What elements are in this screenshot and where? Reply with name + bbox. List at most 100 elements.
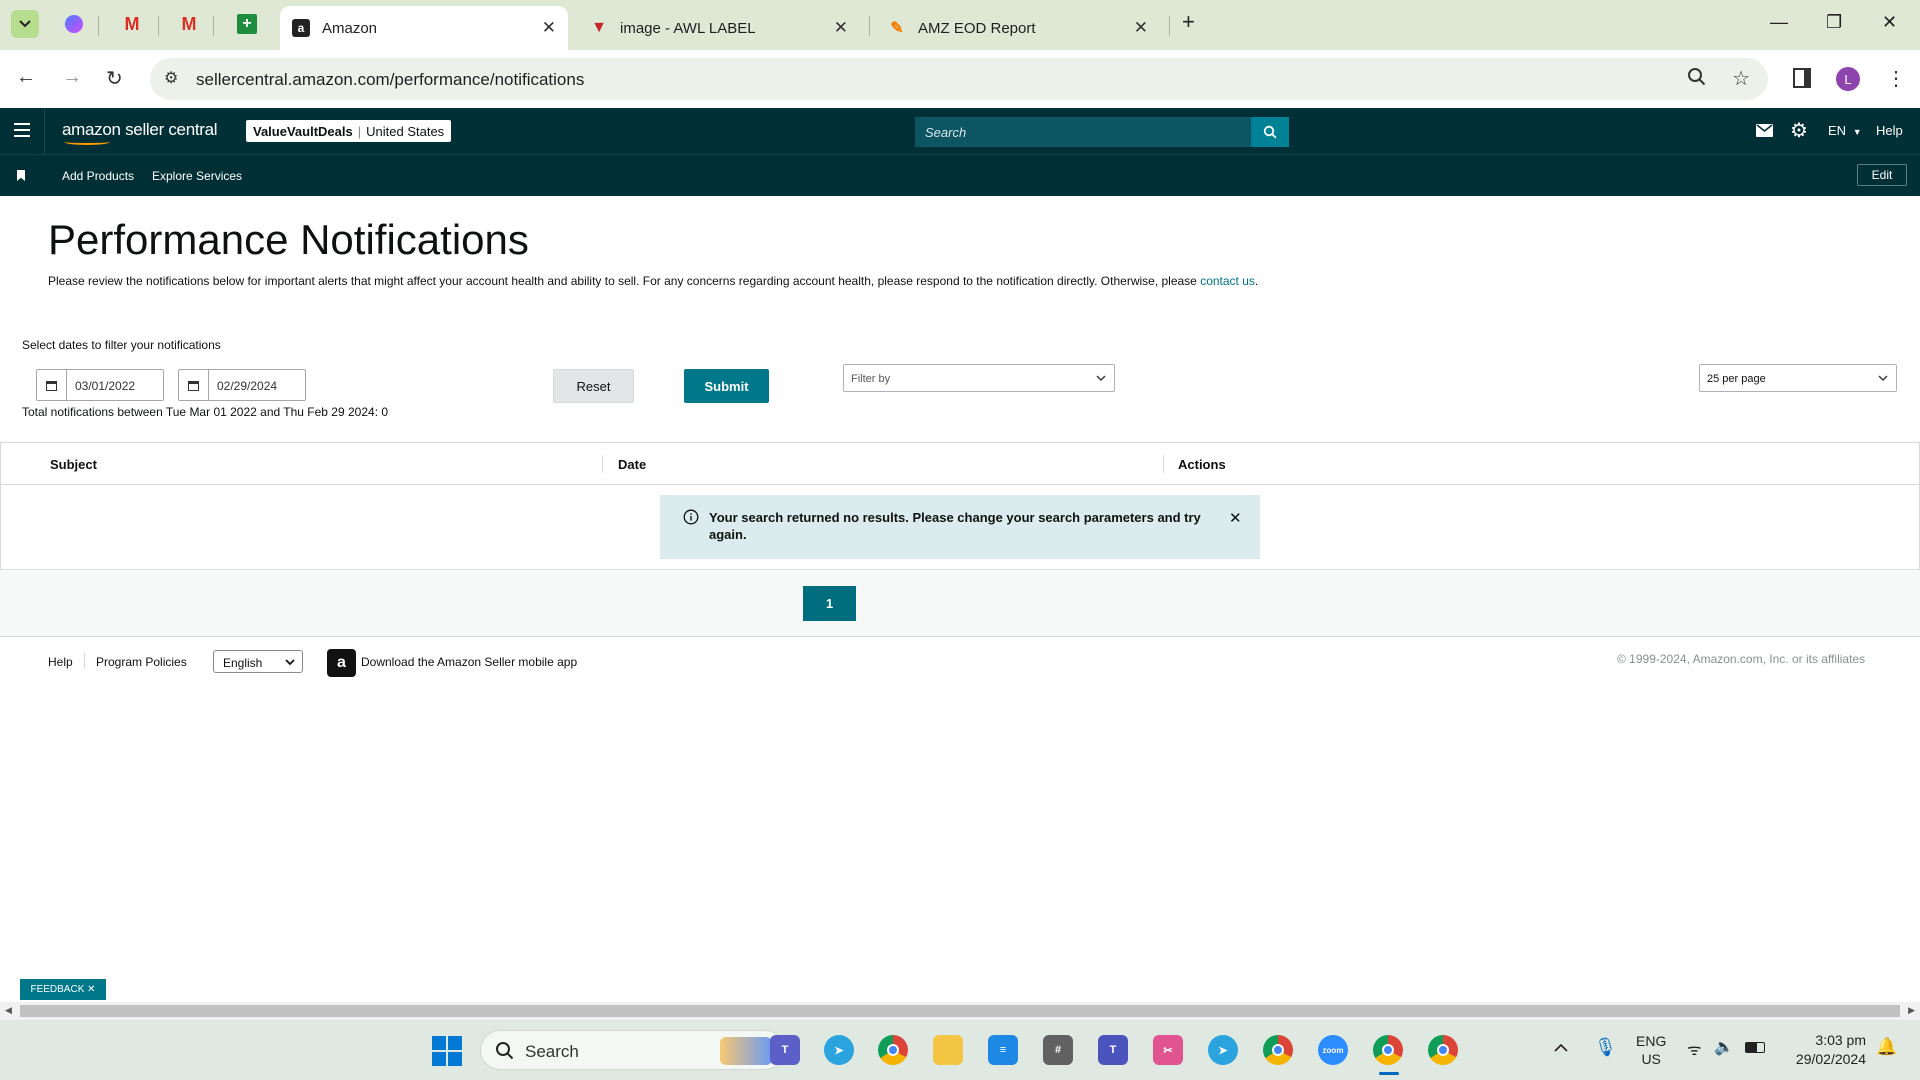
start-date-picker[interactable]: 03/01/2022 [36,369,164,401]
contact-us-link[interactable]: contact us [1200,274,1255,288]
alert-close-icon[interactable]: ✕ [1229,509,1242,527]
tab-title: AMZ EOD Report [918,19,1036,37]
filter-by-dropdown[interactable]: Filter by [843,364,1115,392]
wifi-icon[interactable]: ᯤ [1687,1038,1702,1060]
zoom-icon[interactable]: zoom [1318,1035,1348,1065]
submit-button[interactable]: Submit [684,369,769,403]
reload-icon[interactable]: ↻ [106,66,123,91]
scroll-right-icon[interactable]: ▶ [1908,1005,1915,1016]
mail-icon[interactable] [1756,124,1773,137]
column-header-actions[interactable]: Actions [1178,457,1226,472]
calendar-icon[interactable] [179,370,209,400]
alert-message: Your search returned no results. Please … [709,510,1201,542]
column-header-date[interactable]: Date [618,457,646,472]
total-notifications-text: Total notifications between Tue Mar 01 2… [22,405,389,419]
nav-item-add-products[interactable]: Add Products [62,169,134,183]
footer-help-link[interactable]: Help [48,655,73,669]
gmail-tab-icon-2[interactable]: M [175,10,203,38]
notification-bell-icon[interactable]: 🔔 [1876,1037,1897,1057]
no-results-alert: Your search returned no results. Please … [660,495,1260,559]
amazon-icon: a [292,19,310,37]
horizontal-scrollbar[interactable]: ◀ ▶ [0,1002,1920,1020]
close-tab-icon[interactable]: ✕ [834,18,848,38]
battery-icon[interactable] [1745,1042,1765,1053]
hamburger-menu-icon[interactable] [14,123,30,137]
footer-program-policies-link[interactable]: Program Policies [96,655,187,669]
calendar-icon[interactable] [37,370,67,400]
file-explorer-icon[interactable] [933,1035,963,1065]
chrome-profile-icon[interactable] [1263,1035,1293,1065]
restore-icon[interactable]: ❐ [1826,12,1842,33]
nav-item-explore-services[interactable]: Explore Services [152,169,242,183]
help-link[interactable]: Help [1876,123,1903,138]
settings-gear-icon[interactable]: ⚙ [1790,118,1808,143]
page-1-button[interactable]: 1 [803,586,856,621]
info-icon [683,509,699,525]
teams-icon[interactable]: T [770,1035,800,1065]
sidebar-toggle-icon[interactable] [1793,68,1811,88]
language-selector[interactable]: EN ▼ [1828,123,1862,138]
gmail-tab-icon[interactable]: M [118,10,146,38]
store-switcher[interactable]: ValueVaultDeals | United States [246,120,452,142]
windows-start-icon[interactable] [432,1036,462,1066]
search-highlight-icon [720,1037,772,1065]
pagination-bar: 1 [0,571,1920,637]
start-date-value: 03/01/2022 [75,379,136,393]
download-app-link[interactable]: Download the Amazon Seller mobile app [361,655,577,669]
edit-nav-button[interactable]: Edit [1857,164,1907,186]
zoom-icon[interactable] [1686,66,1708,93]
tab-awl-label[interactable]: ▼ image - AWL LABEL ✕ [578,6,860,50]
chrome-active-icon[interactable] [1373,1035,1403,1065]
messenger-tab-icon[interactable] [60,10,88,38]
tab-amazon[interactable]: a Amazon ✕ [280,6,568,50]
sheets-add-tab-icon[interactable]: + [233,10,261,38]
chrome-icon[interactable] [878,1035,908,1065]
reset-button[interactable]: Reset [553,369,634,403]
clock[interactable]: 3:03 pm 29/02/2024 [1782,1031,1866,1069]
lang-bottom: US [1641,1051,1661,1067]
telegram-icon-2[interactable]: ➤ [1208,1035,1238,1065]
end-date-picker[interactable]: 02/29/2024 [178,369,306,401]
bookmark-icon[interactable] [17,170,25,181]
microphone-icon[interactable]: 🎙 [1594,1037,1617,1058]
forward-icon[interactable]: → [62,66,82,89]
per-page-dropdown[interactable]: 25 per page [1699,364,1897,392]
tab-search-chevron-icon[interactable] [11,10,39,38]
taskbar-search[interactable]: Search [480,1030,785,1070]
url-text[interactable]: sellercentral.amazon.com/performance/not… [196,70,584,90]
close-tab-icon[interactable]: ✕ [542,18,556,38]
amazon-app-icon[interactable]: a [327,649,356,677]
input-language[interactable]: ENG US [1636,1032,1666,1068]
avatar[interactable]: L [1836,67,1860,91]
minimize-icon[interactable]: — [1770,12,1788,33]
address-bar-row: ← → ↻ ⚙ sellercentral.amazon.com/perform… [0,50,1920,108]
header-search-input[interactable]: Search [915,117,1289,147]
bookmark-star-icon[interactable]: ☆ [1732,66,1750,91]
address-bar[interactable]: ⚙ sellercentral.amazon.com/performance/n… [150,58,1768,100]
snipping-tool-icon[interactable]: ✂ [1153,1035,1183,1065]
telegram-icon[interactable]: ➤ [824,1035,854,1065]
marketplace-name: United States [366,123,445,139]
close-tab-icon[interactable]: ✕ [1134,18,1148,38]
site-info-icon[interactable]: ⚙ [164,68,178,88]
chrome-profile-j-icon[interactable] [1428,1035,1458,1065]
tab-amz-eod-report[interactable]: ✎ AMZ EOD Report ✕ [876,6,1160,50]
scrollbar-thumb[interactable] [20,1005,1900,1017]
end-date-value: 02/29/2024 [217,379,278,393]
scroll-left-icon[interactable]: ◀ [5,1005,12,1016]
show-hidden-icons-chevron-icon[interactable] [1554,1040,1568,1058]
feedback-button[interactable]: FEEDBACK ✕ [20,979,106,1000]
volume-icon[interactable]: 🔈 [1714,1037,1734,1057]
back-icon[interactable]: ← [16,66,36,89]
notepad-icon[interactable]: ≡ [988,1035,1018,1065]
browser-menu-icon[interactable]: ⋮ [1886,66,1906,91]
calculator-icon[interactable]: # [1043,1035,1073,1065]
teams-work-icon[interactable]: T [1098,1035,1128,1065]
new-tab-icon[interactable]: + [1182,9,1195,35]
window-close-icon[interactable]: ✕ [1882,12,1897,33]
search-button[interactable] [1251,117,1289,147]
footer-language-select[interactable]: English [213,650,303,673]
chevron-down-icon [1096,375,1106,381]
column-header-subject[interactable]: Subject [50,457,97,472]
seller-central-logo[interactable]: amazon seller central [62,120,218,145]
